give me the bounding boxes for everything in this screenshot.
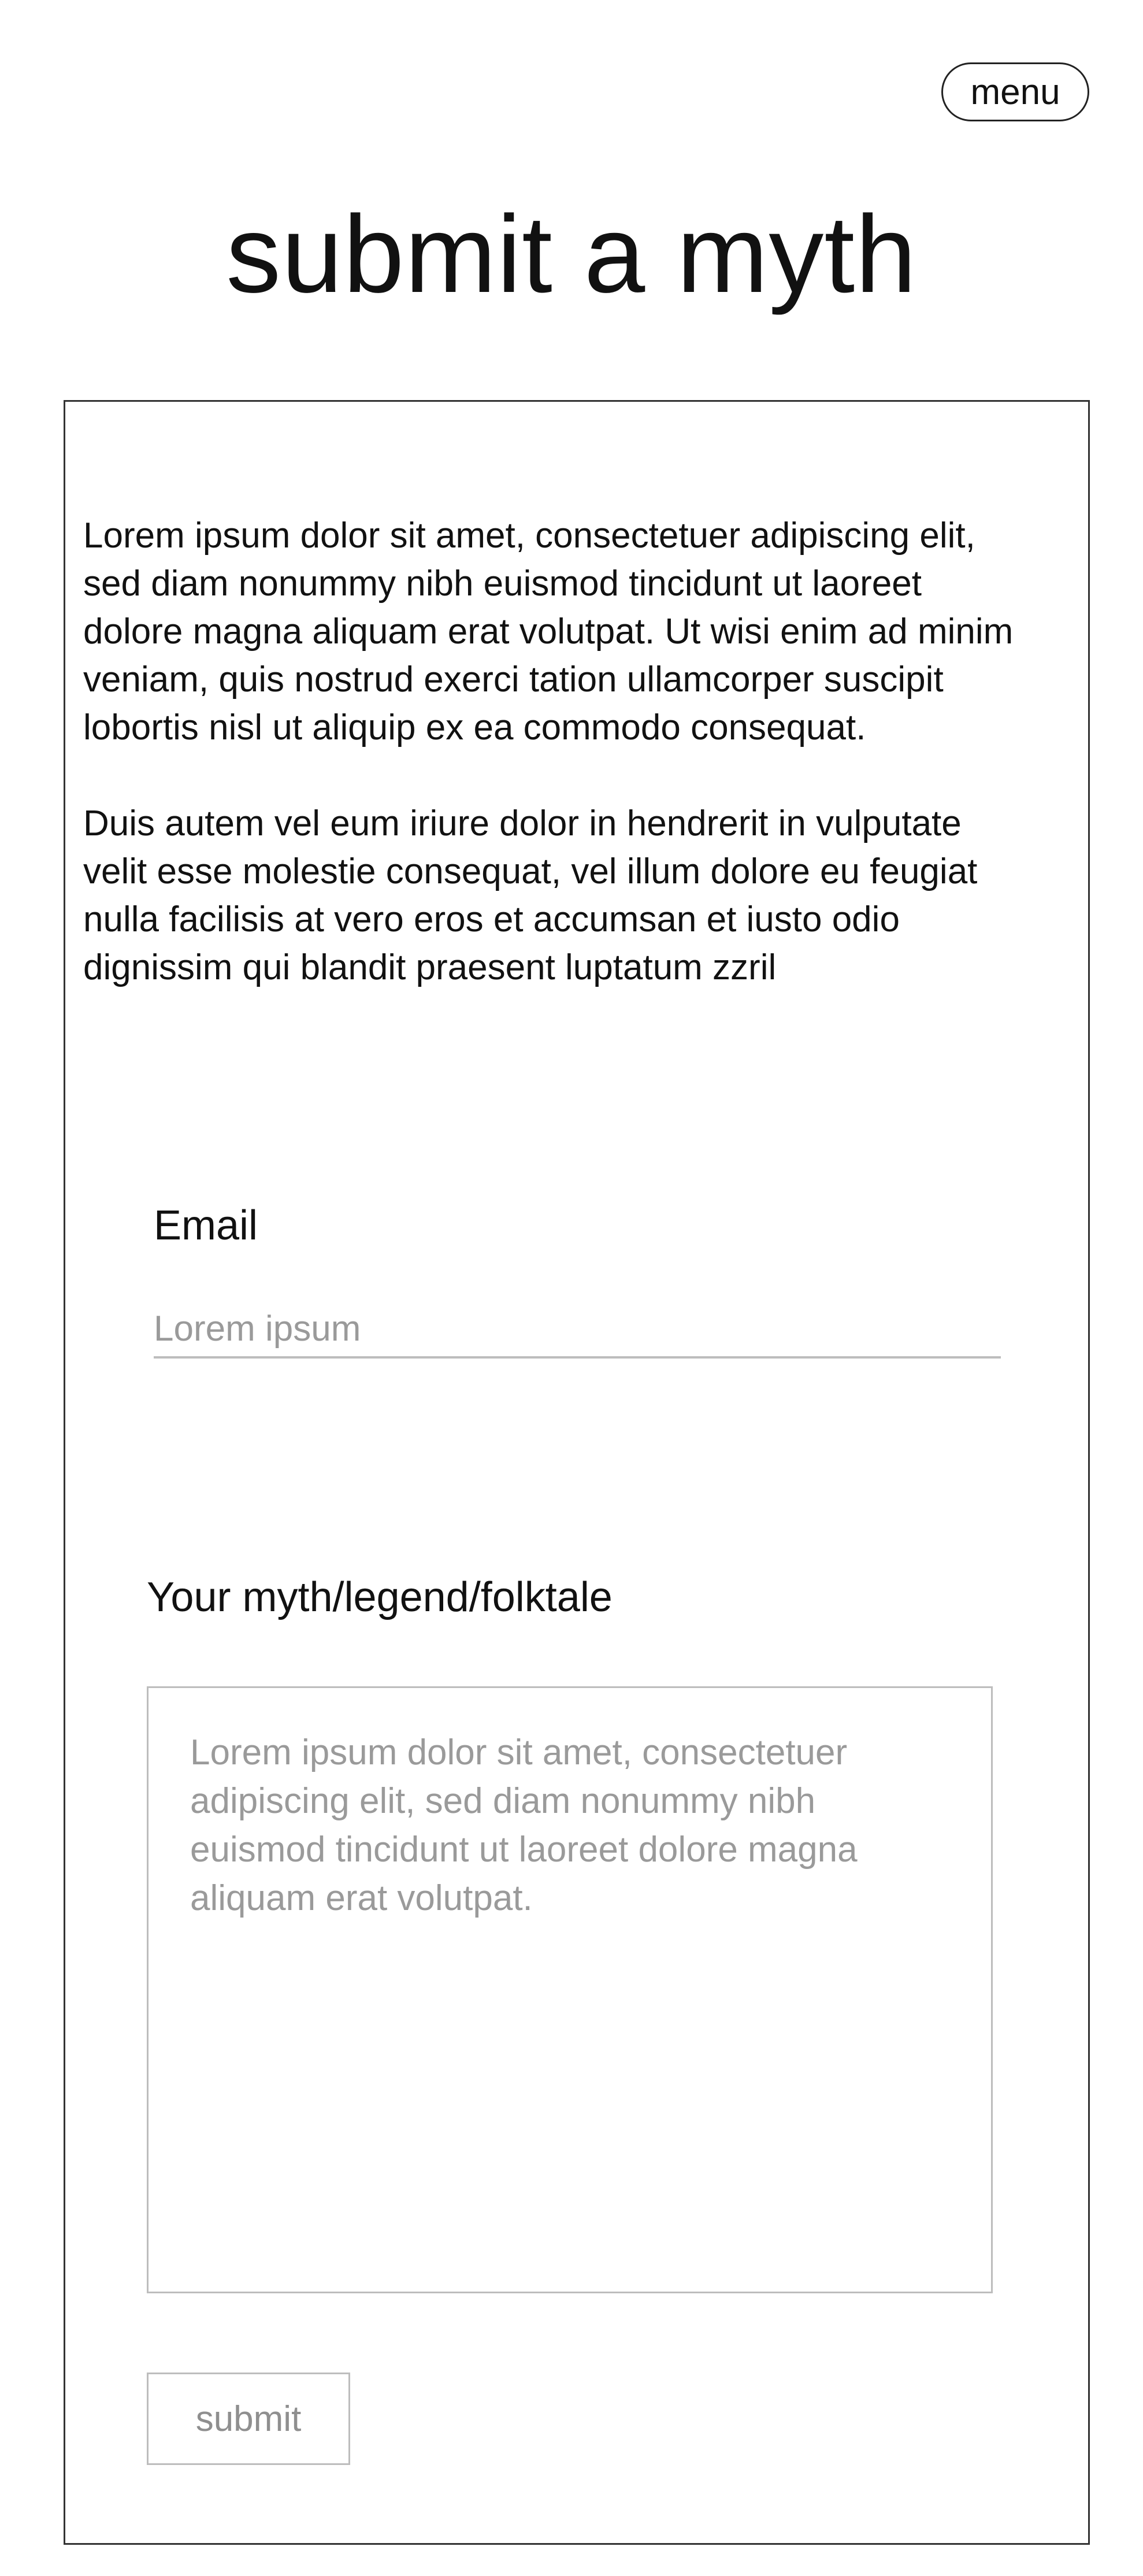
page-title: submit a myth — [226, 193, 917, 316]
intro-paragraph: Lorem ipsum dolor sit amet, consectetuer… — [83, 516, 1014, 747]
myth-textarea[interactable] — [147, 1686, 993, 2293]
email-label: Email — [154, 1202, 258, 1249]
myth-label: Your myth/legend/folktale — [147, 1574, 613, 1620]
intro-text: Lorem ipsum dolor sit amet, consectetuer… — [83, 512, 1031, 991]
menu-button[interactable]: menu — [941, 62, 1089, 121]
email-field[interactable] — [154, 1301, 1001, 1359]
intro-paragraph: Duis autem vel eum iriure dolor in hendr… — [83, 804, 978, 987]
submit-button[interactable]: submit — [147, 2373, 350, 2465]
